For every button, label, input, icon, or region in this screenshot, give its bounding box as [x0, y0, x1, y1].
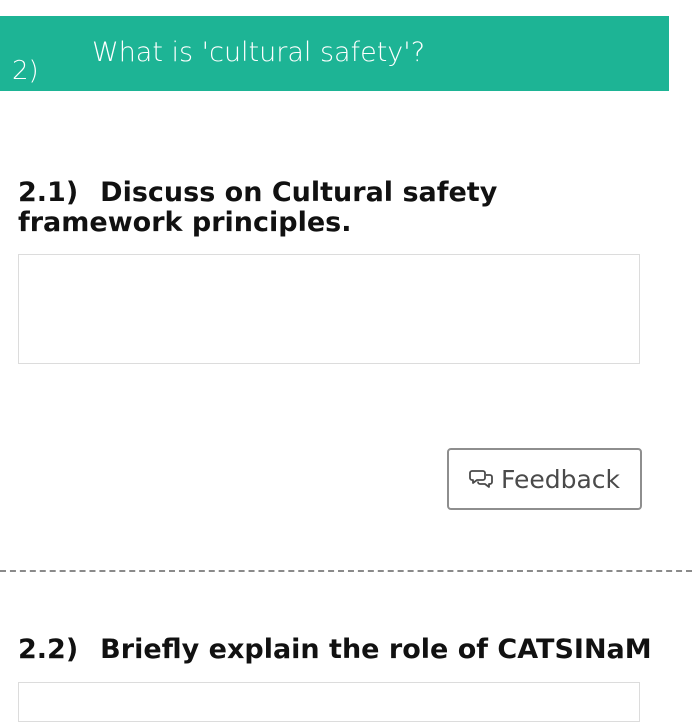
question-header: 2) What is 'cultural safety'? [0, 16, 669, 91]
subquestion-number: 2.1) [18, 177, 79, 208]
question-title: What is 'cultural safety'? [92, 37, 426, 68]
subquestion-number: 2.2) [18, 634, 79, 665]
chat-bubbles-icon [469, 469, 493, 489]
subquestion-2-1: 2.1) Discuss on Cultural safety framework… [18, 178, 658, 238]
section-divider [0, 570, 692, 572]
feedback-button[interactable]: Feedback [447, 448, 642, 510]
feedback-label: Feedback [500, 464, 621, 494]
subquestion-text: Discuss on Cultural safety framework pri… [18, 177, 498, 238]
answer-input-2-1[interactable] [18, 254, 640, 364]
subquestion-2-2: 2.2) Briefly explain the role of CATSINaM [18, 635, 658, 665]
question-number: 2) [12, 56, 39, 86]
answer-input-2-2[interactable] [18, 682, 640, 722]
subquestion-text: Briefly explain the role of CATSINaM [100, 634, 652, 665]
